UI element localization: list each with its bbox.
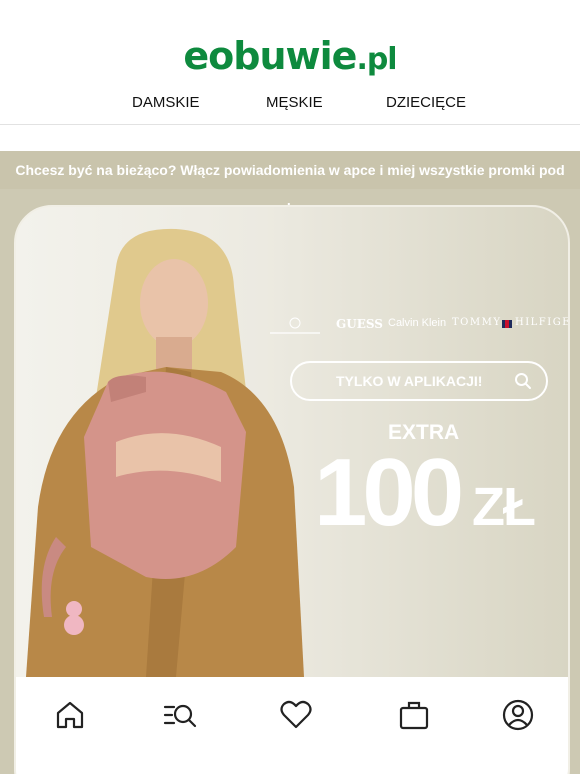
model-photo [26, 228, 304, 677]
search-icon [515, 373, 531, 389]
home-icon [56, 701, 84, 729]
discount-currency: ZŁ [472, 477, 536, 537]
profile-icon [502, 699, 534, 731]
nav-item-damskie[interactable]: DAMSKIE [132, 94, 200, 111]
main-nav: DAMSKIE MĘSKIE DZIECIĘCE [0, 94, 580, 114]
app-only-label: TYLKO W APLIKACJI! [336, 373, 483, 389]
tab-home[interactable] [52, 697, 88, 733]
app-mockup: GUESS Calvin Klein TOMMY HILFIGER TYLKO … [14, 205, 570, 774]
heart-icon [280, 700, 312, 729]
tab-cart[interactable] [396, 697, 432, 733]
logo-tld: .pl [356, 42, 397, 77]
search-list-icon [163, 704, 197, 728]
tommy-flag-icon [502, 320, 512, 328]
site-header: eobuwie.pl DAMSKIE MĘSKIE DZIECIĘCE [0, 0, 580, 125]
brand-guess: GUESS [336, 317, 383, 331]
tab-favourites[interactable] [278, 697, 314, 733]
site-logo[interactable]: eobuwie.pl [0, 34, 580, 82]
app-tab-bar [16, 677, 568, 774]
discount-amount: 100 [314, 439, 464, 546]
brand-calvin-klein: Calvin Klein [388, 317, 447, 329]
nav-item-meskie[interactable]: MĘSKIE [266, 94, 323, 111]
promo-banner[interactable]: Chcesz być na bieżąco? Włącz powiadomien… [0, 151, 580, 774]
bag-icon [399, 701, 429, 730]
tab-browse[interactable] [162, 697, 198, 733]
tab-profile[interactable] [500, 697, 536, 733]
logo-main: eobuwie [183, 34, 357, 78]
brand-strip: GUESS Calvin Klein TOMMY HILFIGER [266, 317, 568, 337]
app-only-search-pill[interactable]: TYLKO W APLIKACJI! [290, 361, 548, 401]
brand-tommy: TOMMY [452, 317, 502, 328]
brand-hilfiger: HILFIGER [515, 317, 568, 328]
notification-notice: Chcesz być na bieżąco? Włącz powiadomien… [0, 151, 580, 216]
beverly-hills-polo-club-logo [270, 317, 320, 334]
nav-item-dzieciece[interactable]: DZIECIĘCE [386, 94, 466, 111]
